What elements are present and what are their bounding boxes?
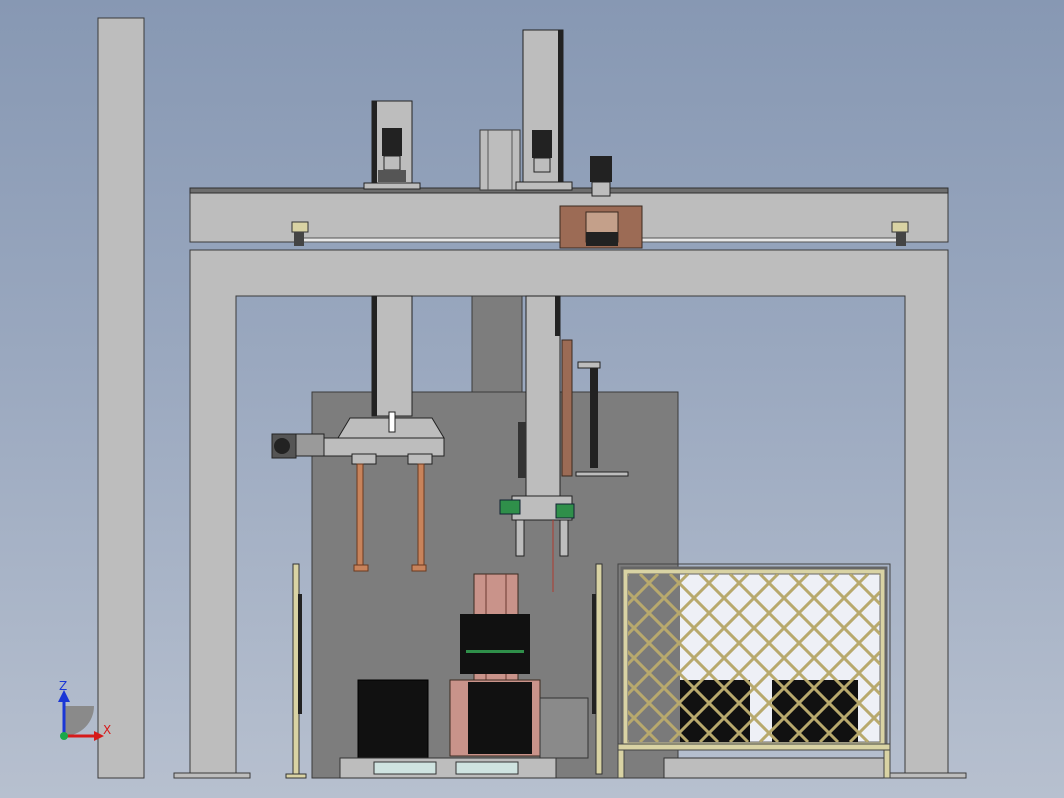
- central-pillar: [471, 295, 523, 393]
- gripper-head-left: [271, 411, 445, 572]
- left-foot: [173, 772, 251, 779]
- mesh-wire: [970, 574, 1064, 742]
- mesh-wire: [940, 574, 1064, 742]
- left-column: [97, 17, 145, 779]
- mesh-wire: [1000, 574, 1064, 742]
- mesh-wire: [940, 574, 1064, 742]
- gantry-carriage: [559, 205, 643, 249]
- base-platform: [339, 757, 557, 779]
- right-foot: [889, 772, 967, 779]
- cad-viewport[interactable]: Z X: [0, 0, 1064, 798]
- mesh-wire: [1000, 574, 1064, 742]
- z-axis-label: Z: [59, 679, 67, 693]
- triad-gray-wedge: [64, 706, 94, 736]
- guard-post-right: [595, 563, 603, 775]
- left-machine-block: [357, 679, 429, 759]
- mesh-wire: [1030, 574, 1064, 742]
- copper-rod-left: [356, 463, 364, 569]
- x-axis-label: X: [103, 723, 111, 737]
- mesh-wire: [1030, 574, 1064, 742]
- z-axis-left-lower: [371, 295, 413, 417]
- servo-motor-right: [590, 156, 612, 197]
- back-box: [479, 129, 521, 191]
- copper-rod-right: [417, 463, 425, 569]
- mesh-wire: [970, 574, 1064, 742]
- y-axis-dot: [60, 732, 68, 740]
- z-axis-center-lower: [525, 295, 561, 497]
